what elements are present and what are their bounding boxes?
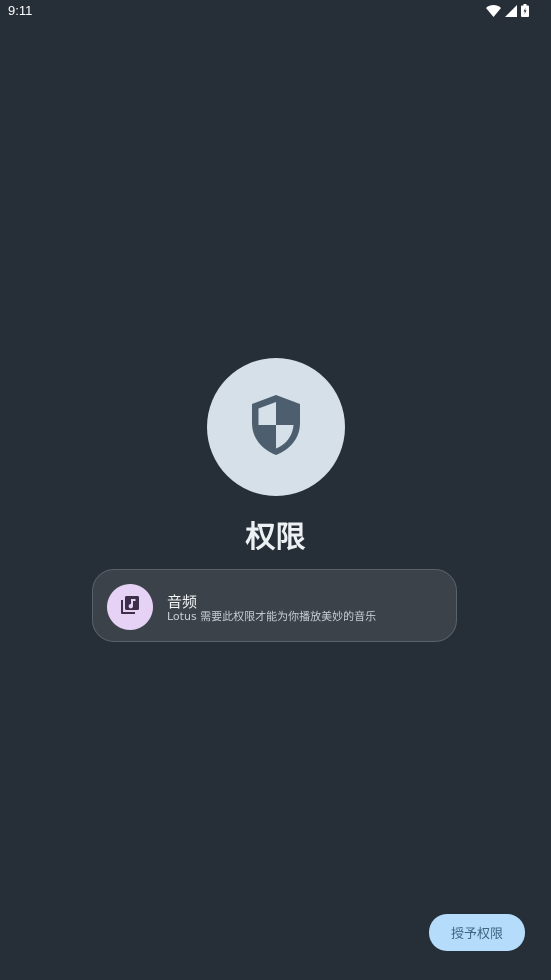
status-bar: 9:11 <box>0 0 551 24</box>
shield-badge <box>207 358 345 496</box>
battery-icon <box>521 4 529 17</box>
permission-icon-badge <box>107 584 153 630</box>
page-title: 权限 <box>245 520 306 555</box>
status-icons <box>486 4 529 17</box>
permission-description: Lotus 需要此权限才能为你播放美妙的音乐 <box>167 610 377 623</box>
permission-card-audio: 音频 Lotus 需要此权限才能为你播放美妙的音乐 <box>92 569 457 642</box>
signal-icon <box>505 4 517 17</box>
grant-permission-button[interactable]: 授予权限 <box>429 914 525 951</box>
shield-icon <box>248 393 304 461</box>
status-time: 9:11 <box>8 3 33 18</box>
music-library-icon <box>119 594 141 620</box>
wifi-icon <box>486 4 501 17</box>
